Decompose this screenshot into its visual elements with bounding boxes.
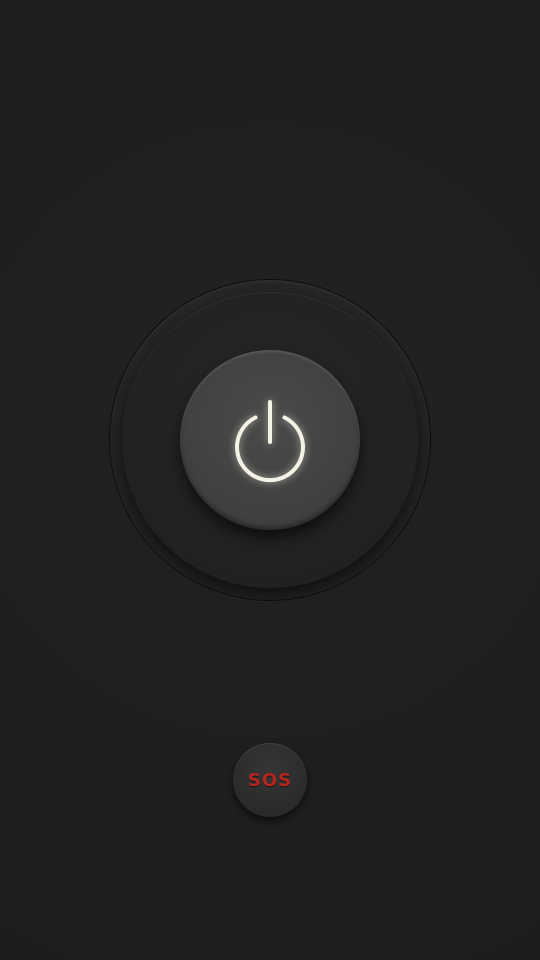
sos-button[interactable]: SOS — [233, 743, 307, 817]
power-button[interactable] — [180, 350, 360, 530]
flashlight-screen: SOS — [0, 0, 540, 960]
power-icon — [235, 400, 305, 483]
sos-label: SOS — [247, 769, 293, 791]
